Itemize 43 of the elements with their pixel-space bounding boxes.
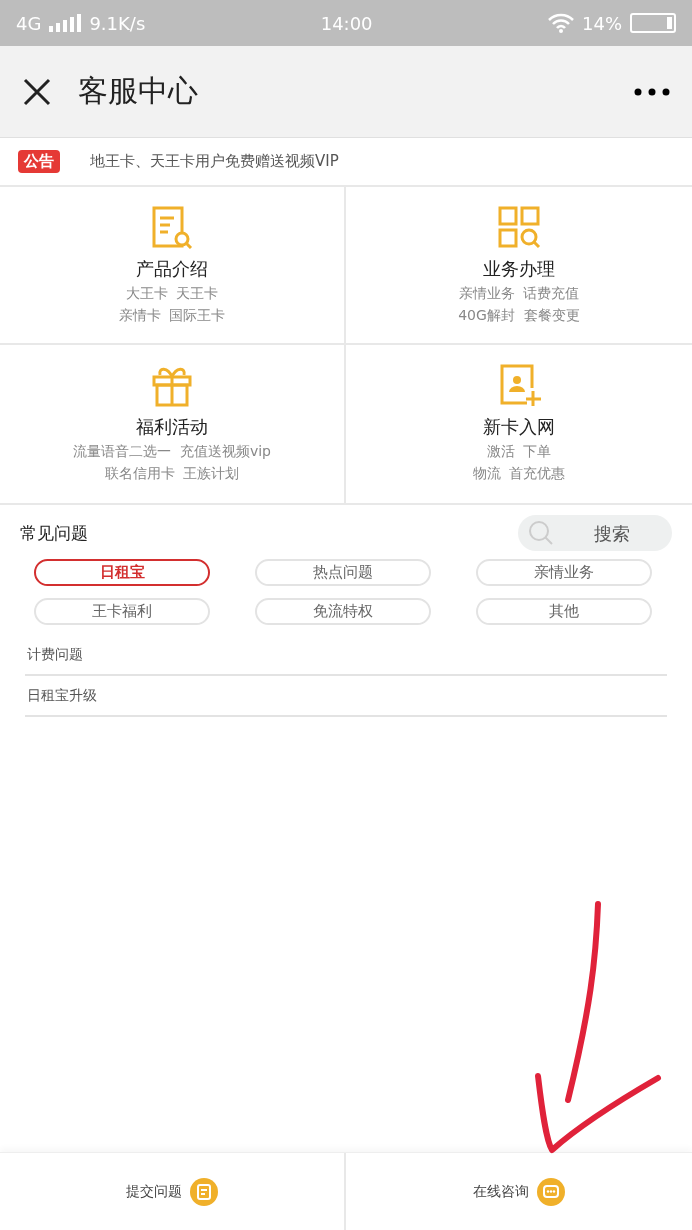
category-tab[interactable]: 其他 bbox=[476, 598, 652, 625]
category-tab[interactable]: 热点问题 bbox=[255, 559, 431, 586]
service-links: 亲情卡 国际王卡 bbox=[118, 307, 226, 325]
more-icon[interactable] bbox=[634, 87, 670, 96]
service-tile[interactable]: 产品介绍 大王卡 天王卡 亲情卡 国际王卡 bbox=[0, 187, 346, 345]
notice-badge: 公告 bbox=[18, 150, 60, 173]
service-tile[interactable]: 业务办理 亲情业务 话费充值 40G解封 套餐变更 bbox=[346, 187, 692, 345]
service-links: 联名信用卡 王族计划 bbox=[104, 465, 240, 483]
category-tab[interactable]: 王卡福利 bbox=[34, 598, 210, 625]
service-title: 福利活动 bbox=[136, 415, 208, 439]
note-icon bbox=[190, 1177, 218, 1206]
document-search-icon bbox=[150, 205, 194, 249]
search-icon bbox=[528, 520, 554, 546]
service-links: 激活 下单 bbox=[486, 443, 552, 461]
category-tab[interactable]: 免流特权 bbox=[255, 598, 431, 625]
category-tab[interactable]: 日租宝 bbox=[34, 559, 210, 586]
page-title: 客服中心 bbox=[78, 72, 199, 110]
wifi-icon bbox=[548, 13, 574, 33]
network-type: 4G bbox=[16, 12, 42, 34]
service-links: 物流 首充优惠 bbox=[472, 465, 566, 483]
chat-icon bbox=[537, 1177, 565, 1206]
notice-text[interactable]: 地王卡、天王卡用户免费赠送视频VIP bbox=[90, 152, 339, 171]
service-links: 流量语音二选一 充值送视频vip bbox=[73, 443, 271, 461]
battery-level: 14% bbox=[582, 12, 622, 34]
network-speed: 9.1K/s bbox=[89, 12, 146, 34]
close-icon[interactable] bbox=[22, 76, 52, 107]
signal-icon bbox=[49, 14, 82, 32]
service-title: 产品介绍 bbox=[136, 257, 208, 281]
question-item[interactable]: 计费问题 bbox=[25, 635, 667, 676]
grid-search-icon bbox=[497, 205, 541, 249]
section-title: 常见问题 bbox=[20, 521, 88, 545]
service-tile[interactable]: 新卡入网 激活 下单 物流 首充优惠 bbox=[346, 345, 692, 503]
battery-icon bbox=[630, 13, 676, 33]
service-title: 业务办理 bbox=[483, 257, 555, 281]
category-tab[interactable]: 亲情业务 bbox=[476, 559, 652, 586]
service-links: 40G解封 套餐变更 bbox=[458, 307, 580, 325]
service-links: 亲情业务 话费充值 bbox=[458, 285, 580, 303]
clock: 14:00 bbox=[319, 12, 374, 34]
service-title: 新卡入网 bbox=[483, 415, 555, 439]
service-tile[interactable]: 福利活动 流量语音二选一 充值送视频vip 联名信用卡 王族计划 bbox=[0, 345, 346, 503]
question-item[interactable]: 日租宝升级 bbox=[25, 676, 667, 717]
search-field[interactable]: 搜索 bbox=[518, 515, 672, 551]
service-links: 大王卡 天王卡 bbox=[125, 285, 219, 303]
